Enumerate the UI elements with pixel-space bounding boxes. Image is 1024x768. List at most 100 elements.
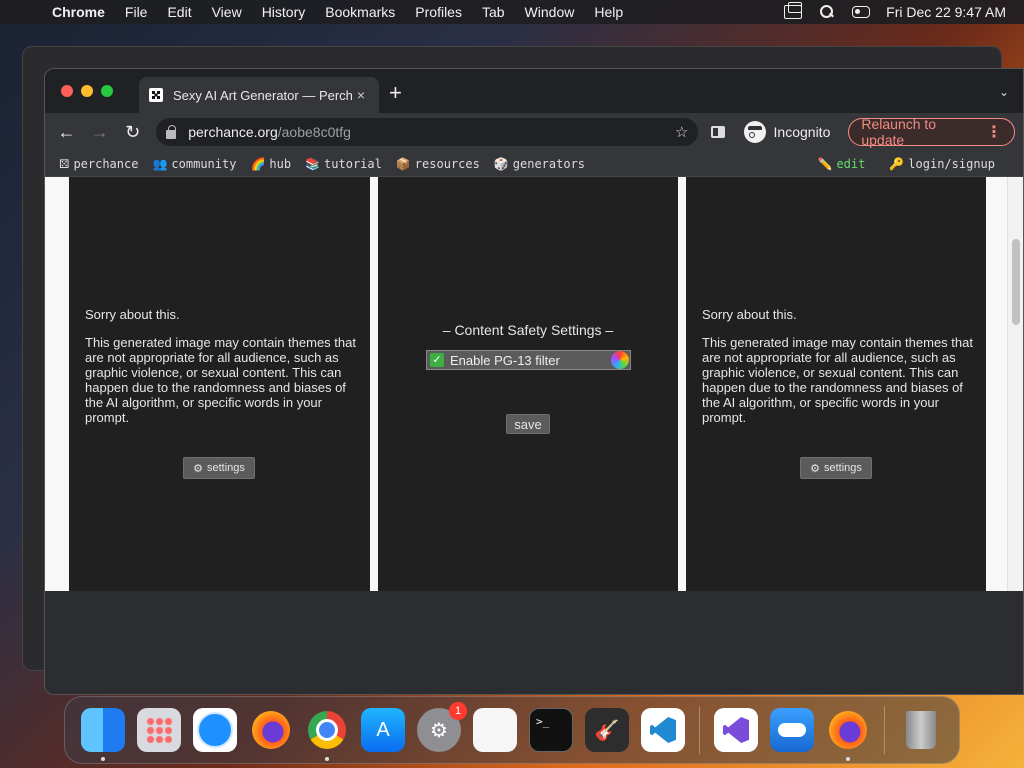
firefox-recent-icon[interactable]: [826, 708, 870, 761]
menu-profiles[interactable]: Profiles: [405, 4, 472, 20]
bookmark-label: generators: [512, 156, 586, 171]
safari-icon[interactable]: [193, 708, 237, 752]
gear-icon: ⚙: [193, 462, 203, 475]
tab-strip: Sexy AI Art Generator — Perch × + ⌄: [45, 69, 1023, 113]
dice-icon: 🎲: [493, 156, 509, 171]
dock-separator: [699, 706, 700, 754]
content-safety-title: – Content Safety Settings –: [442, 322, 614, 338]
zoom-window-button[interactable]: [101, 85, 113, 97]
macos-menu-bar: Chrome File Edit View History Bookmarks …: [0, 0, 1024, 24]
settings-button[interactable]: ⚙ settings: [800, 457, 872, 479]
bookmark-star-icon[interactable]: ☆: [675, 123, 688, 141]
menu-help[interactable]: Help: [584, 4, 633, 20]
bookmark-label: resources: [414, 156, 480, 171]
bookmark-edit[interactable]: ✏️ edit: [817, 157, 865, 171]
bookmarks-bar: ⚄ perchance 👥 community 🌈 hub 📚 tutorial 📦 re…: [45, 151, 1023, 177]
checkmark-icon: ✓: [430, 353, 444, 367]
page-scrollbar[interactable]: [1007, 177, 1023, 591]
side-panel-button[interactable]: [704, 118, 731, 146]
tab-search-chevron-icon[interactable]: ⌄: [999, 85, 1009, 99]
bookmark-label: hub: [269, 156, 292, 171]
garageband-icon[interactable]: 🎸: [585, 708, 629, 752]
terminal-prompt: >_: [536, 715, 550, 728]
reload-button[interactable]: ↻: [119, 118, 146, 146]
launchpad-icon[interactable]: [137, 708, 181, 752]
dock: A ⚙ 1 >_ 🎸: [64, 696, 960, 764]
visual-studio-icon[interactable]: [714, 708, 758, 752]
package-icon: 📦: [395, 156, 411, 171]
side-panel-icon: [710, 126, 725, 138]
pg13-filter-select[interactable]: ✓ Enable PG-13 filter: [426, 350, 631, 370]
new-tab-button[interactable]: +: [389, 82, 402, 104]
incognito-profile-button[interactable]: Incognito: [738, 121, 837, 143]
filter-label: Enable PG-13 filter: [450, 352, 560, 368]
menu-file[interactable]: File: [115, 4, 158, 20]
perchance-icon: ⚄: [59, 156, 70, 171]
running-indicator: [325, 757, 329, 761]
pencil-icon: ✏️: [817, 156, 833, 171]
lock-icon[interactable]: [166, 124, 177, 139]
firefox-icon[interactable]: [249, 708, 293, 752]
key-icon: 🔑: [889, 156, 905, 171]
bookmark-label: community: [171, 156, 237, 171]
bookmark-community[interactable]: 👥 community: [152, 157, 236, 171]
menu-bookmarks[interactable]: Bookmarks: [315, 4, 405, 20]
relaunch-to-update-button[interactable]: Relaunch to update ⋮: [848, 116, 1015, 148]
finder-icon[interactable]: [81, 708, 125, 761]
warning-body: This generated image may contain themes …: [702, 335, 973, 425]
minimize-window-button[interactable]: [81, 85, 93, 97]
bookmark-tutorial[interactable]: 📚 tutorial: [305, 157, 382, 171]
trash-icon[interactable]: [899, 708, 943, 752]
rainbow-icon: 🌈: [250, 156, 266, 171]
color-wheel-icon: [611, 351, 629, 369]
address-bar[interactable]: perchance.org /aobe8c0tfg ☆: [156, 118, 699, 146]
terminal-icon[interactable]: >_: [529, 708, 573, 752]
close-window-button[interactable]: [61, 85, 73, 97]
community-icon: 👥: [152, 156, 168, 171]
weather-icon[interactable]: [770, 708, 814, 752]
relaunch-label: Relaunch to update: [861, 116, 937, 148]
more-menu-icon: ⋮: [986, 124, 1002, 141]
save-button[interactable]: save: [506, 414, 550, 434]
bookmark-login-signup[interactable]: 🔑 login/signup: [889, 157, 995, 171]
incognito-icon: [743, 121, 766, 143]
vscode-icon[interactable]: [641, 708, 685, 752]
menu-edit[interactable]: Edit: [157, 4, 201, 20]
menubar-clock[interactable]: Fri Dec 22 9:47 AM: [886, 4, 1006, 20]
system-preferences-icon[interactable]: ⚙ 1: [417, 702, 467, 752]
content-warning: Sorry about this. This generated image m…: [702, 307, 982, 438]
bookmark-hub[interactable]: 🌈 hub: [250, 157, 291, 171]
browser-window: Sexy AI Art Generator — Perch × + ⌄ ← → …: [44, 68, 1024, 695]
notification-badge: 1: [449, 702, 467, 720]
menu-history[interactable]: History: [252, 4, 316, 20]
spotlight-search-icon[interactable]: [818, 5, 836, 19]
menu-view[interactable]: View: [202, 4, 252, 20]
menu-app-name[interactable]: Chrome: [40, 4, 115, 20]
bookmark-resources[interactable]: 📦 resources: [396, 157, 480, 171]
page-viewport: Sorry about this. This generated image m…: [45, 177, 1023, 591]
textedit-icon[interactable]: [473, 708, 517, 752]
forward-button[interactable]: →: [86, 118, 113, 146]
menu-tab[interactable]: Tab: [472, 4, 515, 20]
control-center-icon[interactable]: [852, 6, 871, 18]
chrome-icon[interactable]: [305, 708, 349, 761]
bookmark-label: edit: [836, 156, 866, 171]
app-store-icon[interactable]: A: [361, 708, 405, 752]
window-controls: [61, 85, 113, 97]
bookmark-generators[interactable]: 🎲 generators: [494, 157, 585, 171]
screen-mirroring-icon[interactable]: [784, 2, 803, 19]
bookmark-label: tutorial: [324, 156, 382, 171]
incognito-label: Incognito: [773, 124, 831, 140]
scrollbar-thumb[interactable]: [1012, 239, 1020, 325]
tab-active[interactable]: Sexy AI Art Generator — Perch ×: [139, 77, 379, 113]
image-result-panel: Sorry about this. This generated image m…: [69, 177, 370, 591]
warning-title: Sorry about this.: [85, 307, 180, 322]
window-empty-area: [45, 591, 1023, 694]
menu-window[interactable]: Window: [515, 4, 585, 20]
perchance-favicon-icon: [149, 88, 163, 102]
bookmark-perchance[interactable]: ⚄ perchance: [59, 157, 138, 171]
tab-close-icon[interactable]: ×: [353, 87, 369, 103]
bookmark-label: perchance: [73, 156, 139, 171]
back-button[interactable]: ←: [53, 118, 80, 146]
settings-button[interactable]: ⚙ settings: [183, 457, 255, 479]
